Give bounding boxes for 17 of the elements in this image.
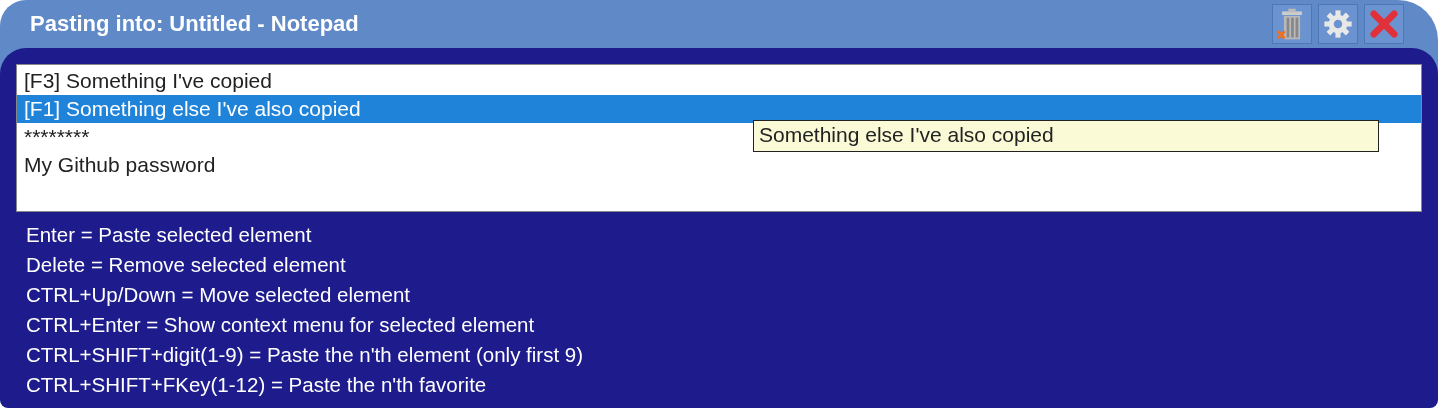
close-icon bbox=[1367, 7, 1401, 41]
shortcut-hint: CTRL+SHIFT+FKey(1-12) = Paste the n'th favorite bbox=[26, 372, 488, 398]
shortcut-hint: CTRL+SHIFT+digit(1-9) = Paste the n'th element (only first 9) bbox=[26, 342, 585, 368]
shortcut-hint: CTRL+Enter = Show context menu for selected element bbox=[26, 312, 536, 338]
gear-icon bbox=[1321, 7, 1355, 41]
shortcut-hint: CTRL+Up/Down = Move selected element bbox=[26, 282, 411, 308]
clear-button[interactable] bbox=[1272, 4, 1312, 44]
list-item[interactable]: [F3] Something I've copied bbox=[17, 67, 276, 95]
list-item[interactable]: My Github password bbox=[17, 151, 220, 179]
shortcut-hint: Delete = Remove selected element bbox=[26, 252, 347, 278]
window-title: Pasting into: Untitled - Notepad bbox=[30, 11, 359, 37]
list-item[interactable]: [F1] Something else I've also copied bbox=[17, 95, 1421, 123]
tooltip: Something else I've also copied bbox=[753, 120, 1379, 152]
close-button[interactable] bbox=[1364, 4, 1404, 44]
list-item[interactable]: ******** bbox=[17, 123, 94, 151]
shortcut-hint: Enter = Paste selected element bbox=[26, 222, 313, 248]
settings-button[interactable] bbox=[1318, 4, 1358, 44]
